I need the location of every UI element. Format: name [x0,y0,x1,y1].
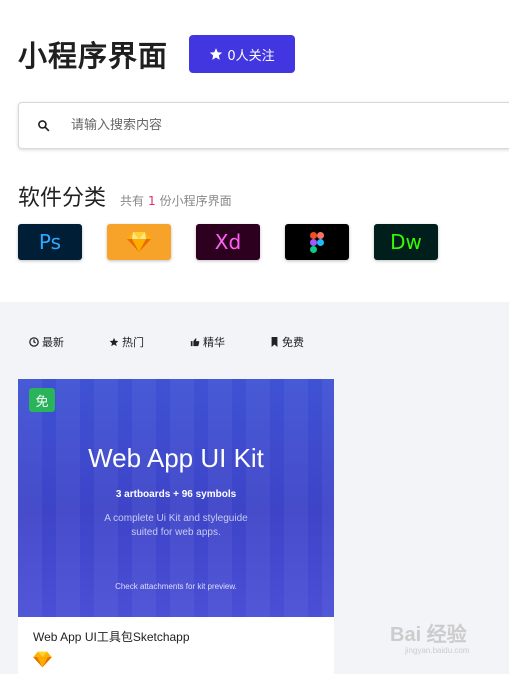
tab-label: 精华 [203,336,225,349]
description-line: A complete Ui Kit and styleguide [104,513,248,524]
category-count: 共有 1 份小程序界面 [120,192,232,209]
tab-free[interactable]: 免费 [270,334,304,350]
follow-button[interactable]: 0人关注 [189,35,295,73]
description-line: suited for web apps. [131,527,221,538]
filter-tabs: 最新 热门 精华 免费 [29,334,304,350]
thumbs-up-icon [190,338,200,347]
free-badge: 免 [29,388,55,412]
app-label: Ps [38,230,62,254]
count-number: 1 [148,194,156,208]
sketch-icon[interactable] [107,224,171,260]
tab-label: 免费 [282,336,304,349]
tab-label: 最新 [42,336,64,349]
thumbnail-note: Check attachments for kit preview. [115,582,237,591]
page-header: 小程序界面 [18,35,168,73]
clock-icon [29,337,39,347]
card-thumbnail[interactable]: 免 Web App UI Kit 3 artboards + 96 symbol… [18,379,334,617]
xd-icon[interactable]: Xd [196,224,260,260]
search-bar[interactable] [18,102,509,149]
star-icon [210,48,223,60]
thumbnail-subtitle: 3 artboards + 96 symbols [115,489,237,500]
design-card[interactable]: 免 Web App UI Kit 3 artboards + 96 symbol… [18,379,334,674]
bookmark-icon [271,337,278,347]
sketch-icon [33,651,52,672]
follow-label: 0人关注 [227,48,275,64]
figma-icon[interactable] [285,224,349,260]
photoshop-icon[interactable]: Ps [18,224,82,260]
thumbnail-description: A complete Ui Kit and styleguide suited … [18,512,334,540]
search-input[interactable] [71,118,451,133]
tab-label: 热门 [122,336,144,349]
tab-latest[interactable]: 最新 [29,334,109,350]
page-title: 小程序界面 [18,39,169,73]
star-icon [109,337,119,347]
tab-featured[interactable]: 精华 [190,334,270,350]
watermark-url: jingyan.baidu.com [405,646,470,655]
software-list: Ps Xd Dw [18,224,438,260]
count-suffix: 份小程序界面 [159,194,232,208]
card-title[interactable]: Web App UI工具包Sketchapp [33,628,190,645]
search-icon [37,119,51,133]
watermark: Bai 经验 [390,624,467,646]
dreamweaver-icon[interactable]: Dw [374,224,438,260]
count-prefix: 共有 [120,194,145,208]
category-title: 软件分类 [18,186,107,211]
tab-hot[interactable]: 热门 [109,334,190,350]
app-label: Xd [214,230,242,254]
category-header: 软件分类 共有 1 份小程序界面 [18,180,232,212]
app-label: Dw [390,230,422,254]
thumbnail-title: Web App UI Kit [88,443,264,473]
